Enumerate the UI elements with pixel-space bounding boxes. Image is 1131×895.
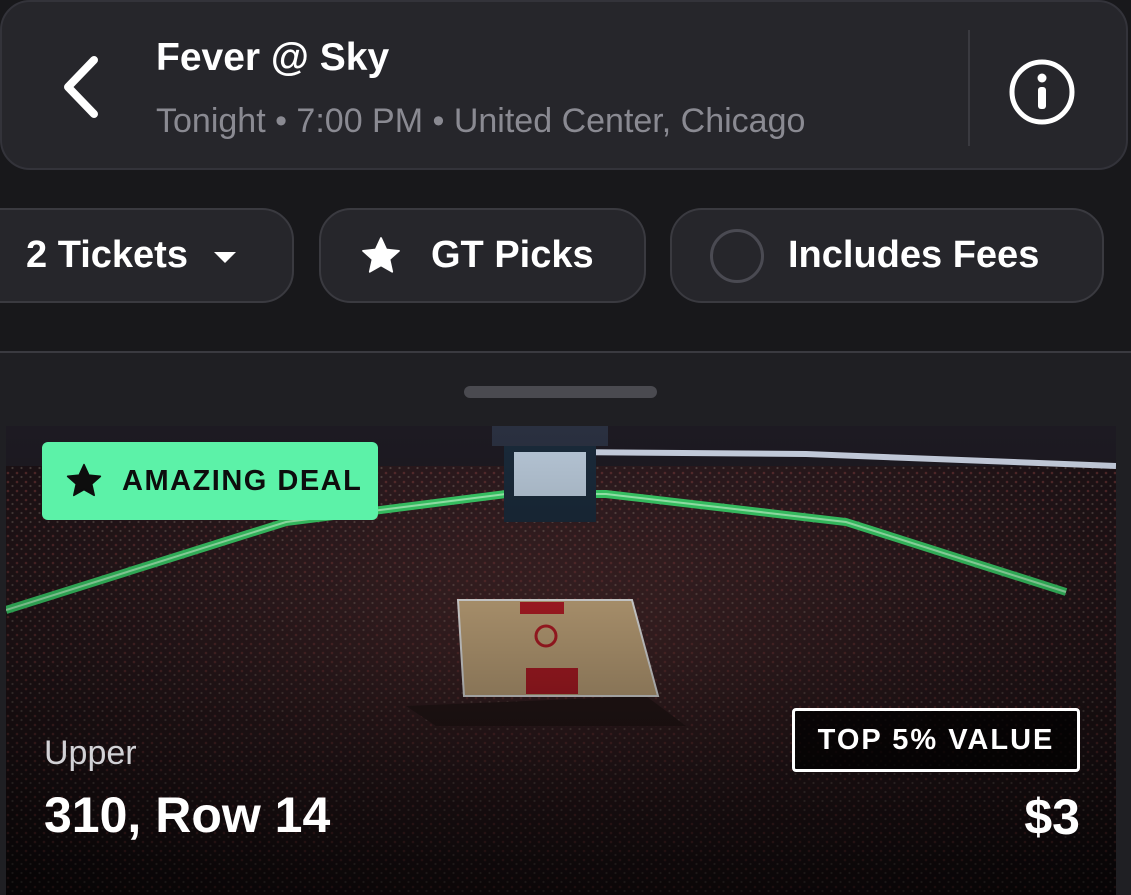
info-button[interactable] <box>1002 52 1082 132</box>
gt-picks-filter[interactable]: GT Picks <box>319 208 646 303</box>
info-icon <box>1009 59 1075 125</box>
top-value-badge: TOP 5% VALUE <box>792 708 1080 772</box>
seat-level: Upper <box>44 734 137 772</box>
ticket-quantity-dropdown[interactable]: 2 Tickets <box>0 208 294 303</box>
fees-radio[interactable] <box>710 228 764 283</box>
amazing-deal-label: AMAZING DEAL <box>122 464 363 497</box>
header-divider <box>968 30 970 146</box>
gt-picks-label: GT Picks <box>431 234 594 276</box>
star-icon <box>66 463 102 497</box>
chevron-left-icon <box>64 56 98 118</box>
amazing-deal-badge: AMAZING DEAL <box>42 442 378 520</box>
includes-fees-label: Includes Fees <box>788 234 1040 276</box>
back-button[interactable] <box>42 42 118 132</box>
ticket-price: $3 <box>1024 789 1080 845</box>
event-title: Fever @ Sky <box>156 36 390 79</box>
seat-section-row: 310, Row 14 <box>44 787 331 843</box>
sheet-grabber-handle[interactable] <box>464 386 657 398</box>
chevron-down-icon <box>213 252 236 263</box>
ticket-quantity-label: 2 Tickets <box>26 234 188 276</box>
star-icon <box>362 236 400 273</box>
includes-fees-toggle[interactable]: Includes Fees <box>670 208 1104 303</box>
listing-card[interactable]: AMAZING DEAL TOP 5% VALUE Upper 310, Row… <box>6 426 1116 895</box>
event-header: Fever @ Sky Tonight • 7:00 PM • United C… <box>0 0 1128 170</box>
event-meta: Tonight • 7:00 PM • United Center, Chica… <box>156 102 806 140</box>
